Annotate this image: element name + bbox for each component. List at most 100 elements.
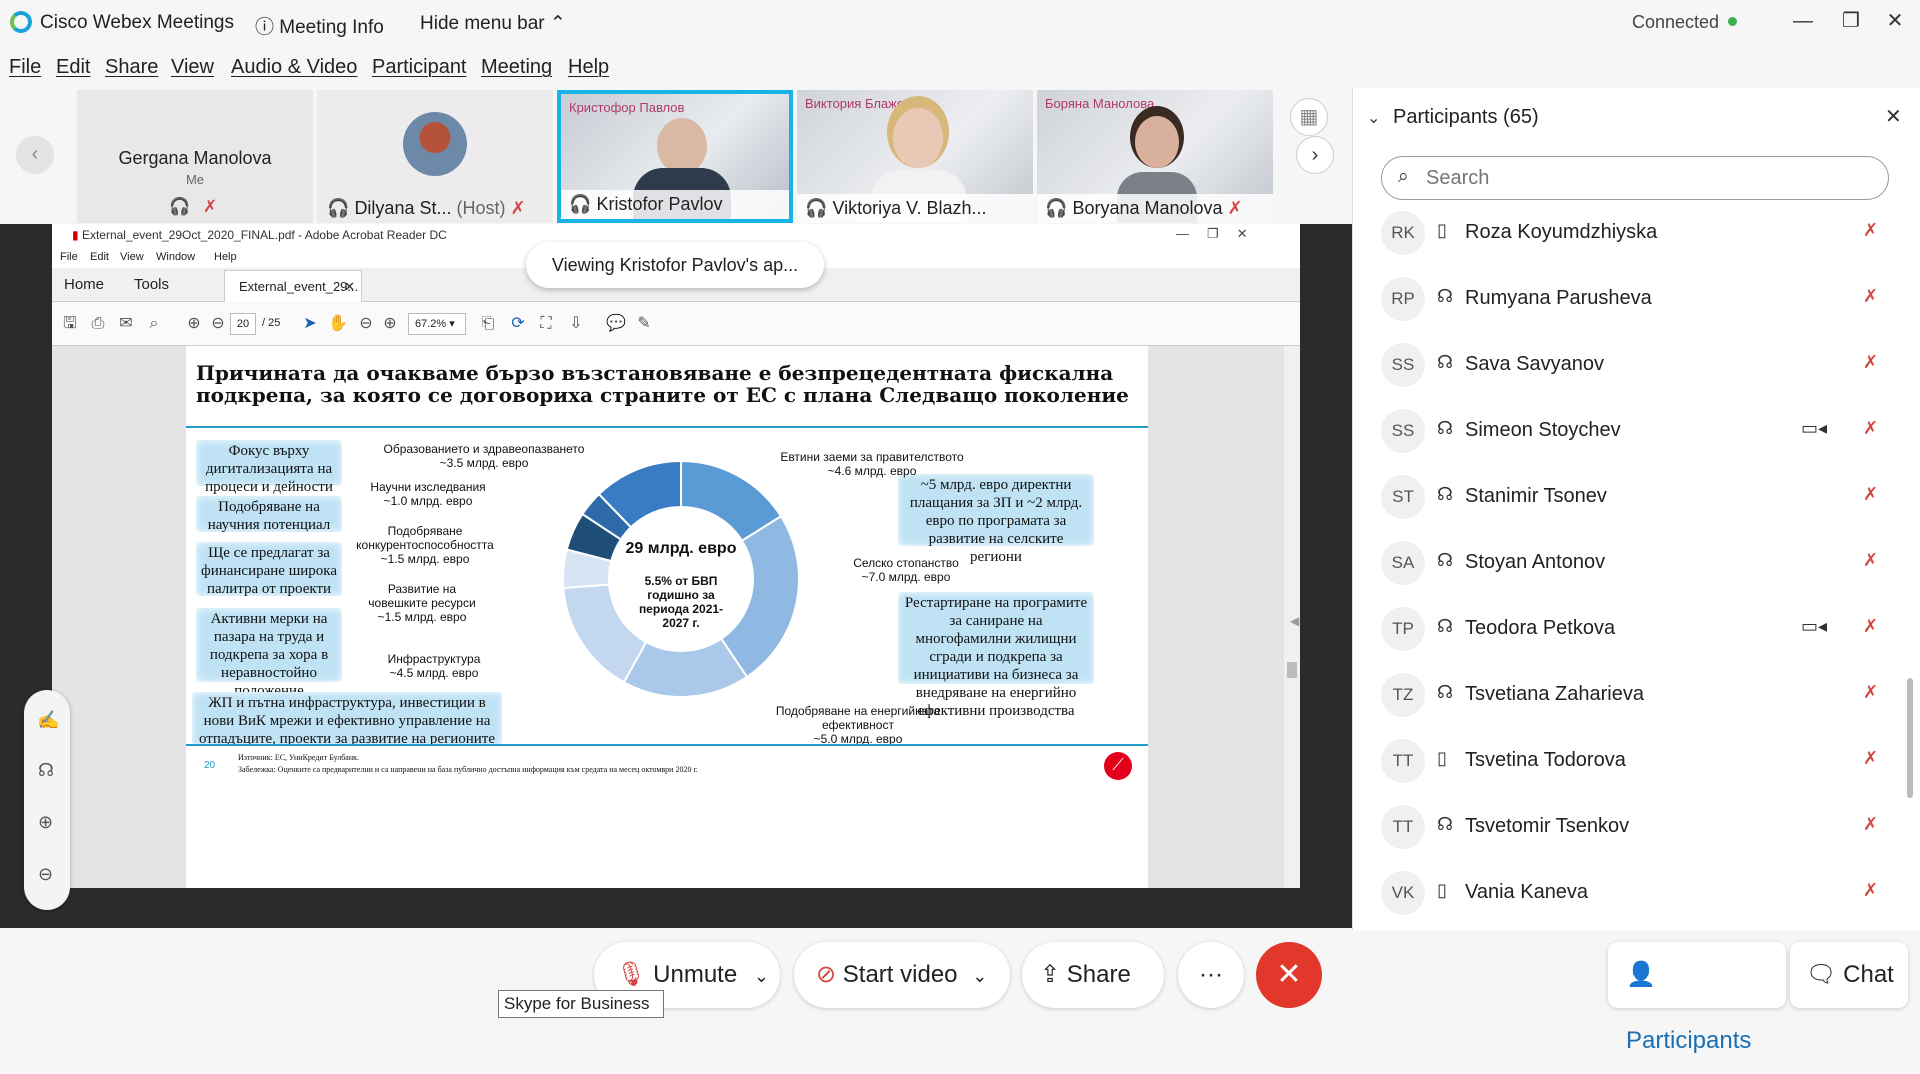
mail-icon[interactable]: ✉ [116,314,136,334]
scroll-thumb[interactable] [1287,662,1297,678]
prev-page-icon[interactable]: ⊕ [184,314,204,334]
search-icon[interactable]: ⌕ [144,314,164,334]
video-tile-boryana[interactable]: Боряна Манолова 🎧 Boryana Manolova ✗ [1037,90,1273,223]
minimize-button[interactable]: — [1788,6,1818,36]
participant-row[interactable]: TZ ☊ Tsvetiana Zaharieva ✗ [1353,662,1893,728]
self-name: Gergana Manolova [118,148,272,168]
next-page-icon[interactable]: ⊖ [208,314,228,334]
start-video-button[interactable]: ⊘ Start video ⌄ [794,942,1010,1008]
menu-participant[interactable]: Participant [372,56,467,79]
scroll-mode-icon[interactable]: ⇩ [566,314,586,334]
mic-muted-icon[interactable]: ✗ [1863,880,1878,901]
zoom-out-icon[interactable]: ⊖ [356,314,376,334]
avatar: TZ [1381,673,1425,717]
zoom-select[interactable]: 67.2% ▾ [408,313,466,335]
select-cursor-icon[interactable]: ➤ [300,314,320,334]
mic-muted-icon[interactable]: ✗ [1863,484,1878,505]
print-icon[interactable]: ⎙ [88,314,108,334]
layout-icon[interactable]: ▦ [1290,98,1328,136]
mic-muted-icon[interactable]: ✗ [1863,418,1878,439]
rotate-icon[interactable]: ⟳ [508,314,528,334]
participant-row[interactable]: ST ☊ Stanimir Tsonev ✗ [1353,464,1893,530]
fit-page-icon[interactable]: ⎗ [478,314,498,334]
fullscreen-icon[interactable]: ⛶ [536,314,556,334]
participant-name: Rumyana Parusheva [1465,287,1652,309]
menu-edit[interactable]: Edit [56,56,90,79]
mic-muted-icon[interactable]: ✗ [1863,616,1878,637]
video-tile-viktoriya[interactable]: Виктория Блажова 🎧 Viktoriya V. Blazh... [797,90,1033,223]
page-number-input[interactable]: 20 [230,313,256,335]
zoom-out-share-icon[interactable]: ⊖ [38,864,53,885]
maximize-button[interactable]: ❐ [1836,6,1866,36]
headset-icon: ☊ [1437,286,1453,306]
menu-audio-video[interactable]: Audio & Video [231,56,357,79]
mic-muted-icon[interactable]: ✗ [1863,352,1878,373]
video-tile-dilyana[interactable]: 🎧 Dilyana St... (Host) ✗ [317,90,553,223]
remote-control-icon[interactable]: ☊ [38,760,54,781]
participant-row[interactable]: TT ▯ Tsvetina Todorova ✗ [1353,728,1893,794]
save-icon[interactable]: 🖫 [60,314,80,334]
avatar: SS [1381,343,1425,387]
mic-muted-icon[interactable]: ✗ [1863,220,1878,241]
participant-row[interactable]: SS ☊ Sava Savyanov ✗ [1353,332,1893,398]
video-tile-kristofor[interactable]: Кристофор Павлов 🎧 Kristofor Pavlov [557,90,793,223]
tab-document[interactable]: External_event_29... ✕ [224,270,362,302]
chevron-down-icon[interactable]: ⌄ [754,966,769,986]
menu-share[interactable]: Share [105,56,158,79]
participant-row[interactable]: RK ▯ Roza Koyumdzhiyska ✗ [1353,200,1893,266]
chat-label: Chat [1843,961,1894,988]
menu-meeting[interactable]: Meeting [481,56,552,79]
chevron-down-icon[interactable]: ⌄ [1367,108,1380,128]
comment-icon[interactable]: 💬 [606,314,626,334]
chat-button[interactable]: 🗨 Chat [1790,942,1908,1008]
acro-menu-view[interactable]: View [120,251,144,263]
strip-next-button[interactable]: › [1296,136,1334,174]
zoom-in-share-icon[interactable]: ⊕ [38,812,53,833]
annotate-pen-icon[interactable]: ✍ [37,710,59,731]
acro-menu-help[interactable]: Help [214,251,237,263]
chevron-down-icon[interactable]: ⌄ [972,966,987,986]
participant-row[interactable]: VK ▯ Vania Kaneva ✗ [1353,860,1893,926]
mic-muted-icon[interactable]: ✗ [1863,682,1878,703]
acro-menu-edit[interactable]: Edit [90,251,109,263]
participant-search[interactable]: ⌕ [1381,156,1889,200]
mic-muted-icon[interactable]: ✗ [1863,748,1878,769]
mic-muted-icon[interactable]: ✗ [1863,814,1878,835]
tab-tools[interactable]: Tools [134,276,169,293]
menu-help[interactable]: Help [568,56,609,79]
close-tab-icon[interactable]: ✕ [344,279,355,295]
title-divider [186,426,1148,428]
mic-muted-icon[interactable]: ✗ [1863,286,1878,307]
participants-button[interactable]: 👤 Participants [1608,942,1786,1054]
headset-icon: ☊ [1437,418,1453,438]
close-panel-icon[interactable]: ✕ [1885,104,1902,129]
meeting-info-button[interactable]: ⓘ Meeting Info [255,12,384,39]
zoom-in-icon[interactable]: ⊕ [380,314,400,334]
participant-row[interactable]: TT ☊ Tsvetomir Tsenkov ✗ [1353,794,1893,860]
more-options-button[interactable]: ··· [1178,942,1244,1008]
pdf-page: Причината да очакваме бързо възстановява… [186,346,1148,888]
close-window-button[interactable]: ✕ [1880,6,1910,36]
strip-prev-button[interactable]: ‹ [16,136,54,174]
menu-view[interactable]: View [171,56,214,79]
tab-home[interactable]: Home [64,276,104,293]
participant-scrollbar[interactable] [1907,678,1913,798]
share-button[interactable]: ⇪ Share [1022,942,1164,1008]
hand-tool-icon[interactable]: ✋ [328,314,348,334]
self-video-tile[interactable]: Gergana Manolova Me 🎧 ✗ [77,90,313,223]
zoom-value: 67.2% [415,318,447,330]
acrobat-window-controls[interactable]: — ❐ ✕ [1176,226,1248,242]
highlight-pen-icon[interactable]: ✎ [634,314,654,334]
participant-row[interactable]: RP ☊ Rumyana Parusheva ✗ [1353,266,1893,332]
participant-row[interactable]: SA ☊ Stoyan Antonov ✗ [1353,530,1893,596]
collapse-panel-icon[interactable]: ◀ [1290,614,1299,628]
hide-menu-bar-button[interactable]: Hide menu bar ⌃ [420,12,566,35]
participant-row[interactable]: SS ☊ Simeon Stoychev ▭◂ ✗ [1353,398,1893,464]
leave-meeting-button[interactable]: ✕ [1256,942,1322,1008]
acro-menu-window[interactable]: Window [156,251,195,263]
mic-muted-icon[interactable]: ✗ [1863,550,1878,571]
menu-file[interactable]: File [9,56,41,79]
search-input[interactable] [1426,165,1866,191]
acro-menu-file[interactable]: File [60,251,78,263]
participant-row[interactable]: TP ☊ Teodora Petkova ▭◂ ✗ [1353,596,1893,662]
